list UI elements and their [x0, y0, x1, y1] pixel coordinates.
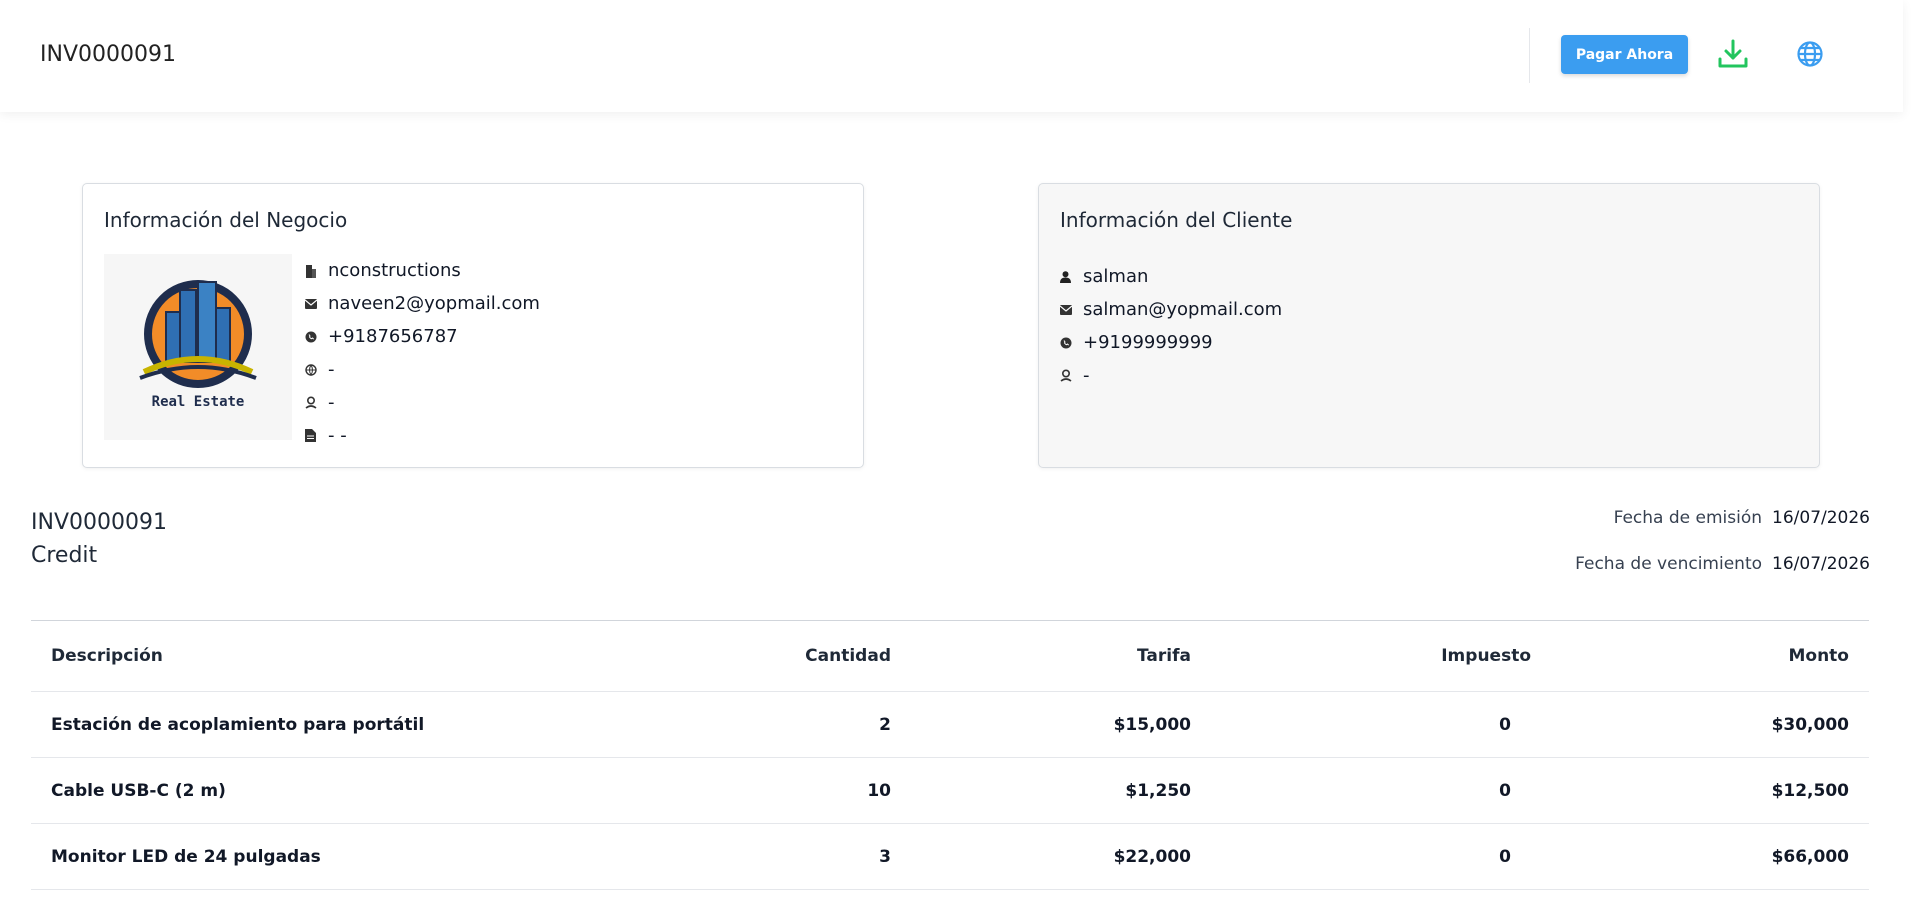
client-name-row: salman [1060, 260, 1282, 293]
business-address-row: - [305, 386, 540, 419]
business-phone-row: +9187656787 [305, 320, 540, 353]
mail-icon [1060, 304, 1083, 315]
table-row: Monitor LED de 24 pulgadas 3 $22,000 0 $… [31, 823, 1869, 890]
business-email-row: naveen2@yopmail.com [305, 287, 540, 320]
phone-icon [305, 331, 328, 343]
client-email: salman@yopmail.com [1083, 299, 1283, 320]
due-date-label: Fecha de vencimiento [1575, 554, 1763, 574]
issue-date-label: Fecha de emisión [1613, 508, 1763, 528]
issue-date-value: 16/07/2026 [1772, 508, 1870, 528]
invoice-meta: INV0000091 Credit [31, 510, 167, 576]
item-description: Estación de acoplamiento para portátil [31, 691, 631, 758]
items-table: Descripción Cantidad Tarifa Impuesto Mon… [31, 620, 1869, 890]
business-address: - [328, 392, 335, 413]
globe-icon [305, 363, 328, 376]
invoice-number: INV0000091 [31, 510, 167, 535]
client-address-row: - [1060, 359, 1282, 392]
item-rate: $1,250 [911, 757, 1211, 824]
client-phone: +9199999999 [1083, 332, 1213, 353]
mail-icon [305, 298, 328, 309]
business-name-row: nconstructions [305, 254, 540, 287]
item-description: Monitor LED de 24 pulgadas [31, 823, 631, 890]
business-name: nconstructions [328, 260, 461, 281]
pay-now-button[interactable]: Pagar Ahora [1561, 35, 1688, 74]
business-email: naveen2@yopmail.com [328, 293, 540, 314]
location-icon [1060, 369, 1083, 382]
column-header: Monto [1551, 620, 1869, 692]
issue-date-row: Fecha de emisión 16/07/2026 [1575, 508, 1870, 554]
user-icon [1060, 270, 1083, 283]
column-header: Tarifa [911, 620, 1211, 692]
client-name: salman [1083, 266, 1149, 287]
document-icon [305, 429, 328, 442]
business-logo: Real Estate [104, 254, 292, 440]
header-divider [1529, 28, 1530, 83]
globe-icon[interactable] [1792, 36, 1828, 72]
client-email-row: salman@yopmail.com [1060, 293, 1282, 326]
top-bar: INV0000091 Pagar Ahora [0, 0, 1903, 112]
item-quantity: 3 [631, 823, 911, 890]
location-icon [305, 396, 328, 409]
logo-text: Real Estate [152, 394, 245, 410]
download-icon[interactable] [1715, 36, 1751, 72]
business-website-row: - [305, 353, 540, 386]
item-quantity: 2 [631, 691, 911, 758]
item-quantity: 10 [631, 757, 911, 824]
column-header: Impuesto [1211, 620, 1551, 692]
table-row: Estación de acoplamiento para portátil 2… [31, 691, 1869, 758]
due-date-value: 16/07/2026 [1772, 554, 1870, 574]
business-tax-row: - - [305, 419, 540, 452]
invoice-dates: Fecha de emisión 16/07/2026 Fecha de ven… [1575, 508, 1870, 600]
item-amount: $30,000 [1551, 691, 1869, 758]
item-rate: $15,000 [911, 691, 1211, 758]
table-header-row: Descripción Cantidad Tarifa Impuesto Mon… [31, 620, 1869, 692]
item-description: Cable USB-C (2 m) [31, 757, 631, 824]
column-header: Cantidad [631, 620, 911, 692]
business-phone: +9187656787 [328, 326, 458, 347]
business-tax: - - [328, 425, 347, 446]
item-rate: $22,000 [911, 823, 1211, 890]
phone-icon [1060, 337, 1083, 349]
item-tax: 0 [1211, 691, 1551, 758]
client-info-heading: Información del Cliente [1060, 208, 1293, 232]
business-details: nconstructions naveen2@yopmail.com +9187… [305, 254, 540, 452]
building-icon [305, 264, 328, 278]
client-details: salman salman@yopmail.com +9199999999 - [1060, 260, 1282, 392]
item-tax: 0 [1211, 757, 1551, 824]
business-website: - [328, 359, 335, 380]
table-row: Cable USB-C (2 m) 10 $1,250 0 $12,500 [31, 757, 1869, 824]
client-address: - [1083, 365, 1090, 386]
column-header: Descripción [31, 620, 631, 692]
invoice-type: Credit [31, 543, 98, 568]
page-title: INV0000091 [40, 42, 176, 67]
business-info-heading: Información del Negocio [104, 208, 348, 232]
due-date-row: Fecha de vencimiento 16/07/2026 [1575, 554, 1870, 600]
business-info-card: Información del Negocio Real Estate ncon… [82, 183, 864, 468]
client-phone-row: +9199999999 [1060, 326, 1282, 359]
client-info-card: Información del Cliente salman salman@yo… [1038, 183, 1820, 468]
item-amount: $12,500 [1551, 757, 1869, 824]
item-amount: $66,000 [1551, 823, 1869, 890]
item-tax: 0 [1211, 823, 1551, 890]
